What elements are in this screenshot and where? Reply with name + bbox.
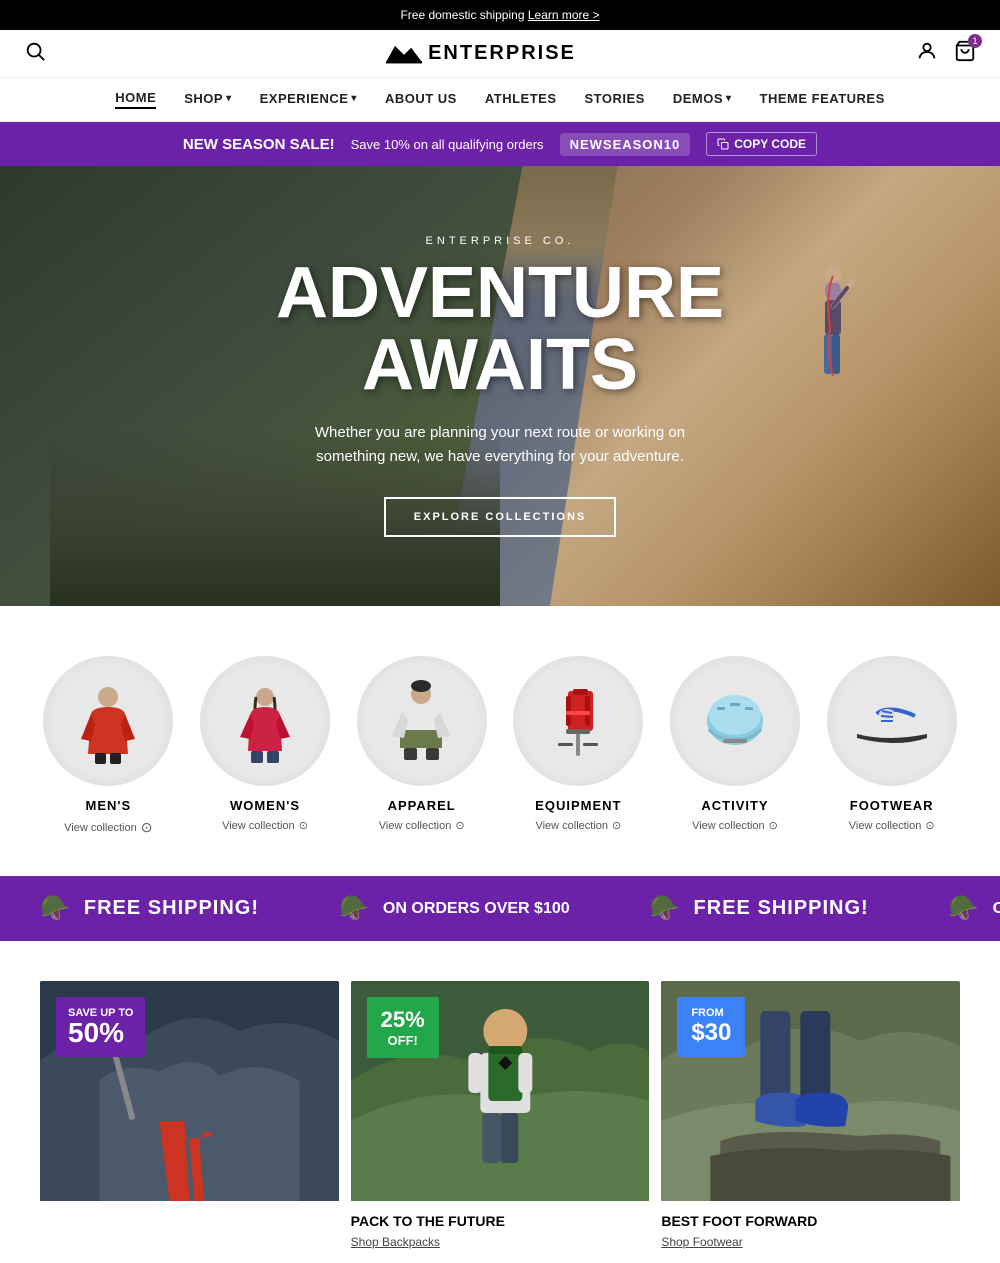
promo-price-text: $30 — [691, 1019, 731, 1047]
nav-item-demos[interactable]: DEMOS ▾ — [673, 91, 732, 108]
promo-badge-sale: SAVE UP TO 50% — [56, 997, 145, 1057]
helmet-icon: 🪖 — [40, 894, 70, 923]
collection-link-apparel[interactable]: View collection ⊙ — [379, 819, 465, 832]
nav-item-about[interactable]: ABOUT US — [385, 91, 457, 108]
collection-name-activity: ACTIVITY — [701, 798, 768, 813]
arrow-right-icon: ⊙ — [612, 819, 621, 832]
promo-title-footwear: BEST FOOT FORWARD — [661, 1213, 960, 1229]
promo-title-backpacks: PACK TO THE FUTURE — [351, 1213, 650, 1229]
promo-card-footwear[interactable]: FROM $30 BEST FOOT FORWARD Shop Footwear — [661, 981, 960, 1263]
account-button[interactable] — [916, 40, 938, 67]
nav-item-stories[interactable]: STORIES — [585, 91, 645, 108]
collection-circle-activity — [670, 656, 800, 786]
arrow-right-icon: ⊙ — [925, 819, 934, 832]
hero-title: ADVENTURE AWAITS — [276, 257, 724, 401]
collection-circle-footwear — [827, 656, 957, 786]
announcement-text: Free domestic shipping — [400, 8, 524, 22]
shipping-subtext: ON ORDERS OVER $100 — [383, 900, 570, 918]
search-button[interactable] — [24, 40, 46, 67]
arrow-right-icon: ⊙ — [455, 819, 464, 832]
sale-description: Save 10% on all qualifying orders — [351, 137, 544, 152]
nav-item-theme-features[interactable]: THEME FEATURES — [760, 91, 885, 108]
collection-name-womens: WOMEN'S — [230, 798, 300, 813]
helmet-icon: 🪖 — [949, 894, 979, 923]
collection-name-apparel: APPAREL — [388, 798, 456, 813]
navigation: HOME SHOP ▾ EXPERIENCE ▾ ABOUT US ATHLET… — [0, 78, 1000, 122]
chevron-down-icon: ▾ — [226, 93, 232, 104]
collection-circle-equipment — [513, 656, 643, 786]
promo-card-sale[interactable]: SAVE UP TO 50% — [40, 981, 339, 1263]
sale-code: NEWSEASON10 — [560, 133, 691, 156]
copy-code-label: COPY CODE — [734, 137, 806, 151]
collections-section: MEN'S View collection ⊙ — [0, 606, 1000, 876]
promo-from-text: FROM — [691, 1007, 731, 1019]
hero-section: ENTERPRISE CO. ADVENTURE AWAITS Whether … — [0, 166, 1000, 606]
sale-banner: NEW SEASON SALE! Save 10% on all qualify… — [0, 122, 1000, 166]
collection-equipment[interactable]: EQUIPMENT View collection ⊙ — [510, 656, 647, 836]
collection-circle-mens — [43, 656, 173, 786]
promo-link-footwear[interactable]: Shop Footwear — [661, 1235, 742, 1249]
announcement-link[interactable]: Learn more > — [528, 8, 600, 22]
hero-subtitle: Whether you are planning your next route… — [290, 421, 710, 469]
collection-name-footwear: FOOTWEAR — [850, 798, 934, 813]
collection-footwear[interactable]: FOOTWEAR View collection ⊙ — [823, 656, 960, 836]
collection-link-activity[interactable]: View collection ⊙ — [692, 819, 778, 832]
chevron-down-icon: ▾ — [726, 93, 732, 104]
promo-link-backpacks[interactable]: Shop Backpacks — [351, 1235, 440, 1249]
shipping-banner: 🪖 FREE SHIPPING! 🪖 ON ORDERS OVER $100 🪖… — [0, 876, 1000, 941]
logo-text: ENTERPRISE — [428, 42, 576, 65]
promo-badge-blue: FROM $30 — [677, 997, 745, 1057]
promo-badge-large-text: 50% — [68, 1019, 133, 1047]
collection-name-mens: MEN'S — [86, 798, 132, 813]
collections-grid: MEN'S View collection ⊙ — [40, 656, 960, 836]
shipping-subtext: ON ORDERS OVER $100 — [993, 900, 1000, 918]
nav-item-shop[interactable]: SHOP ▾ — [184, 91, 231, 108]
nav-item-athletes[interactable]: ATHLETES — [485, 91, 557, 108]
hero-content: ENTERPRISE CO. ADVENTURE AWAITS Whether … — [236, 235, 764, 537]
collection-womens[interactable]: WOMEN'S View collection ⊙ — [197, 656, 334, 836]
collection-link-womens[interactable]: View collection ⊙ — [222, 819, 308, 832]
promo-card-backpacks[interactable]: 25% OFF! PACK TO THE FUTURE Shop Backpac… — [351, 981, 650, 1263]
collection-link-equipment[interactable]: View collection ⊙ — [535, 819, 621, 832]
explore-collections-button[interactable]: EXPLORE COLLECTIONS — [384, 497, 616, 537]
arrow-right-icon: ⊙ — [769, 819, 778, 832]
collection-apparel[interactable]: APPAREL View collection ⊙ — [353, 656, 490, 836]
collection-activity[interactable]: ACTIVITY View collection ⊙ — [667, 656, 804, 836]
sale-title: NEW SEASON SALE! — [183, 136, 335, 153]
arrow-right-icon: ⊙ — [141, 819, 153, 836]
helmet-icon: 🪖 — [650, 894, 680, 923]
collection-circle-apparel — [357, 656, 487, 786]
promo-off-text: OFF! — [381, 1033, 425, 1048]
collection-circle-womens — [200, 656, 330, 786]
shipping-scroll: 🪖 FREE SHIPPING! 🪖 ON ORDERS OVER $100 🪖… — [0, 894, 1000, 923]
promo-badge-green: 25% OFF! — [367, 997, 439, 1058]
chevron-down-icon: ▾ — [351, 93, 357, 104]
helmet-icon: 🪖 — [339, 894, 369, 923]
nav-item-home[interactable]: HOME — [115, 90, 156, 109]
shipping-text: FREE SHIPPING! — [84, 897, 259, 920]
promo-section: SAVE UP TO 50% — [0, 941, 1000, 1263]
shipping-text: FREE SHIPPING! — [694, 897, 869, 920]
logo[interactable]: ENTERPRISE — [386, 42, 576, 66]
arrow-right-icon: ⊙ — [299, 819, 308, 832]
promo-percent-text: 25% — [381, 1007, 425, 1033]
announcement-bar: Free domestic shipping Learn more > — [0, 0, 1000, 30]
header: ENTERPRISE 1 — [0, 30, 1000, 78]
cart-count: 1 — [968, 34, 982, 48]
collection-name-equipment: EQUIPMENT — [535, 798, 621, 813]
collection-mens[interactable]: MEN'S View collection ⊙ — [40, 656, 177, 836]
collection-link-mens[interactable]: View collection ⊙ — [64, 819, 152, 836]
copy-code-button[interactable]: COPY CODE — [706, 132, 817, 156]
promo-info-backpacks: PACK TO THE FUTURE Shop Backpacks — [351, 1201, 650, 1263]
promo-info-footwear: BEST FOOT FORWARD Shop Footwear — [661, 1201, 960, 1263]
nav-item-experience[interactable]: EXPERIENCE ▾ — [260, 91, 357, 108]
collection-link-footwear[interactable]: View collection ⊙ — [849, 819, 935, 832]
hero-brand: ENTERPRISE CO. — [276, 235, 724, 247]
cart-button[interactable]: 1 — [954, 40, 976, 67]
promo-grid: SAVE UP TO 50% — [40, 981, 960, 1263]
